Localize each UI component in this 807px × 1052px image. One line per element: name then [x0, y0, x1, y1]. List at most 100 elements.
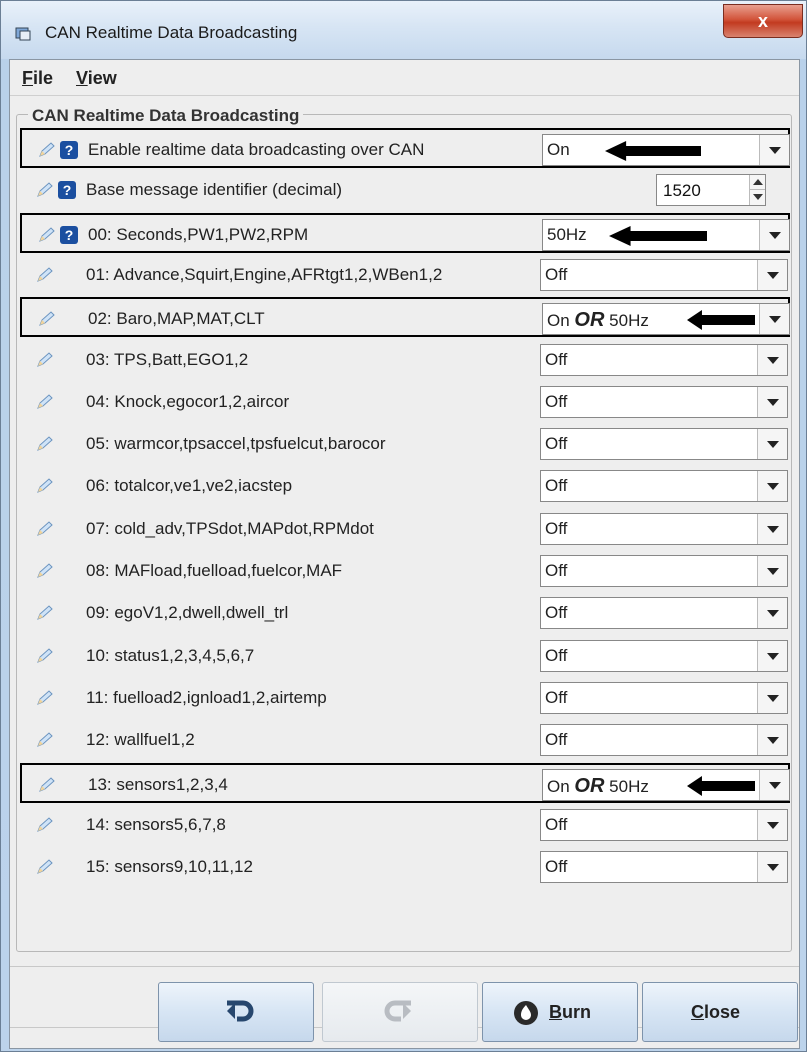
rate-select[interactable]: Off: [540, 258, 788, 291]
edit-icon[interactable]: [36, 689, 54, 707]
setting-label: 14: sensors5,6,7,8: [86, 814, 226, 834]
chevron-down-icon[interactable]: [757, 344, 787, 375]
setting-row: 01: Advance,Squirt,Engine,AFRtgt1,2,WBen…: [20, 255, 790, 295]
spinner-up-icon[interactable]: [749, 175, 765, 191]
setting-row: 06: totalcor,ve1,ve2,iacstep Off: [20, 466, 790, 506]
chevron-down-icon[interactable]: [759, 135, 789, 165]
help-icon[interactable]: ?: [60, 141, 78, 159]
menu-file[interactable]: File: [22, 68, 53, 89]
edit-icon[interactable]: [36, 181, 54, 199]
rate-select[interactable]: On: [542, 134, 790, 166]
setting-label: 07: cold_adv,TPSdot,MAPdot,RPMdot: [86, 518, 374, 538]
chevron-down-icon[interactable]: [759, 304, 789, 335]
edit-icon[interactable]: [36, 816, 54, 834]
setting-label: 11: fuelload2,ignload1,2,airtemp: [86, 687, 327, 707]
value-or: OR: [574, 309, 605, 332]
rate-select[interactable]: Off: [540, 555, 788, 587]
chevron-down-icon[interactable]: [757, 429, 787, 460]
edit-icon[interactable]: [36, 858, 54, 876]
chevron-down-icon[interactable]: [757, 556, 787, 586]
chevron-down-icon[interactable]: [757, 682, 787, 713]
select-value: Off: [545, 603, 568, 623]
edit-icon[interactable]: [36, 647, 54, 665]
title-bar[interactable]: CAN Realtime Data Broadcasting x: [1, 1, 806, 59]
menu-view[interactable]: View: [76, 68, 117, 89]
rate-select[interactable]: Off: [540, 724, 788, 757]
edit-icon[interactable]: [36, 435, 54, 453]
spinner-down-icon[interactable]: [749, 190, 765, 206]
setting-label: 06: totalcor,ve1,ve2,iacstep: [86, 476, 293, 496]
menu-file-rest: ile: [33, 68, 54, 88]
menu-file-mnemonic: F: [22, 68, 33, 88]
chevron-down-icon[interactable]: [759, 219, 789, 250]
chevron-down-icon[interactable]: [757, 809, 787, 840]
burn-button[interactable]: Burn: [482, 982, 638, 1042]
edit-icon[interactable]: [36, 477, 54, 495]
chevron-down-icon[interactable]: [757, 852, 787, 883]
value-on: On: [547, 776, 570, 796]
setting-row: 15: sensors9,10,11,12 Off: [20, 847, 790, 887]
value-or: OR: [574, 774, 605, 797]
select-value: Off: [545, 518, 568, 538]
window-close-button[interactable]: x: [723, 4, 803, 38]
edit-icon[interactable]: [36, 520, 54, 538]
base-id-spinner[interactable]: 1520: [656, 174, 766, 207]
rate-select[interactable]: Off: [540, 639, 788, 672]
chevron-down-icon[interactable]: [757, 725, 787, 756]
setting-row: 04: Knock,egocor1,2,aircor Off: [20, 382, 790, 422]
chevron-down-icon[interactable]: [757, 386, 787, 417]
edit-icon[interactable]: [36, 266, 54, 284]
edit-icon[interactable]: [38, 141, 56, 159]
edit-icon[interactable]: [38, 226, 56, 244]
edit-icon[interactable]: [36, 351, 54, 369]
chevron-down-icon[interactable]: [757, 598, 787, 629]
edit-icon[interactable]: [36, 562, 54, 580]
spinner-value: 1520: [663, 181, 701, 201]
select-value: Off: [545, 349, 568, 369]
chevron-down-icon[interactable]: [757, 259, 787, 290]
help-icon[interactable]: ?: [60, 225, 78, 244]
window-frame: CAN Realtime Data Broadcasting x File Vi…: [0, 0, 807, 1052]
redo-button[interactable]: [322, 982, 478, 1042]
burn-label: Burn: [549, 1002, 591, 1023]
menu-view-rest: iew: [87, 68, 117, 88]
edit-icon[interactable]: [36, 393, 54, 411]
burn-icon: [514, 1001, 538, 1025]
annotation-arrow-icon: [609, 225, 707, 246]
help-icon[interactable]: ?: [58, 181, 76, 200]
undo-button[interactable]: [158, 982, 314, 1042]
chevron-down-icon[interactable]: [759, 769, 789, 800]
select-value: Off: [545, 687, 568, 707]
setting-label: 15: sensors9,10,11,12: [86, 857, 253, 877]
edit-icon[interactable]: [36, 604, 54, 622]
rate-select[interactable]: Off: [540, 808, 788, 841]
close-button[interactable]: Close: [642, 982, 798, 1042]
rate-select[interactable]: Off: [540, 385, 788, 418]
edit-icon[interactable]: [38, 776, 56, 794]
rate-select[interactable]: Off: [540, 851, 788, 884]
rate-select[interactable]: On OR 50Hz: [542, 768, 790, 801]
rate-select[interactable]: Off: [540, 681, 788, 714]
rate-select[interactable]: Off: [540, 512, 788, 545]
rate-select[interactable]: Off: [540, 470, 788, 503]
rate-select[interactable]: Off: [540, 428, 788, 461]
setting-row: 10: status1,2,3,4,5,6,7 Off: [20, 636, 790, 676]
select-value: 50Hz: [547, 224, 587, 244]
app-icon: [15, 27, 31, 41]
close-label: Close: [691, 1002, 740, 1023]
rate-select[interactable]: 50Hz: [542, 218, 790, 251]
select-value: On OR 50Hz: [547, 775, 649, 798]
rate-select[interactable]: Off: [540, 597, 788, 630]
select-value: Off: [545, 264, 568, 284]
setting-row: 03: TPS,Batt,EGO1,2 Off: [20, 340, 790, 380]
redo-icon: [384, 1000, 411, 1022]
rate-select[interactable]: On OR 50Hz: [542, 303, 790, 336]
chevron-down-icon[interactable]: [757, 513, 787, 544]
setting-label: 03: TPS,Batt,EGO1,2: [86, 349, 249, 369]
rate-select[interactable]: Off: [540, 343, 788, 376]
chevron-down-icon[interactable]: [757, 640, 787, 671]
edit-icon[interactable]: [36, 731, 54, 749]
edit-icon[interactable]: [38, 310, 56, 328]
setting-label: 12: wallfuel1,2: [86, 730, 195, 750]
chevron-down-icon[interactable]: [757, 471, 787, 502]
